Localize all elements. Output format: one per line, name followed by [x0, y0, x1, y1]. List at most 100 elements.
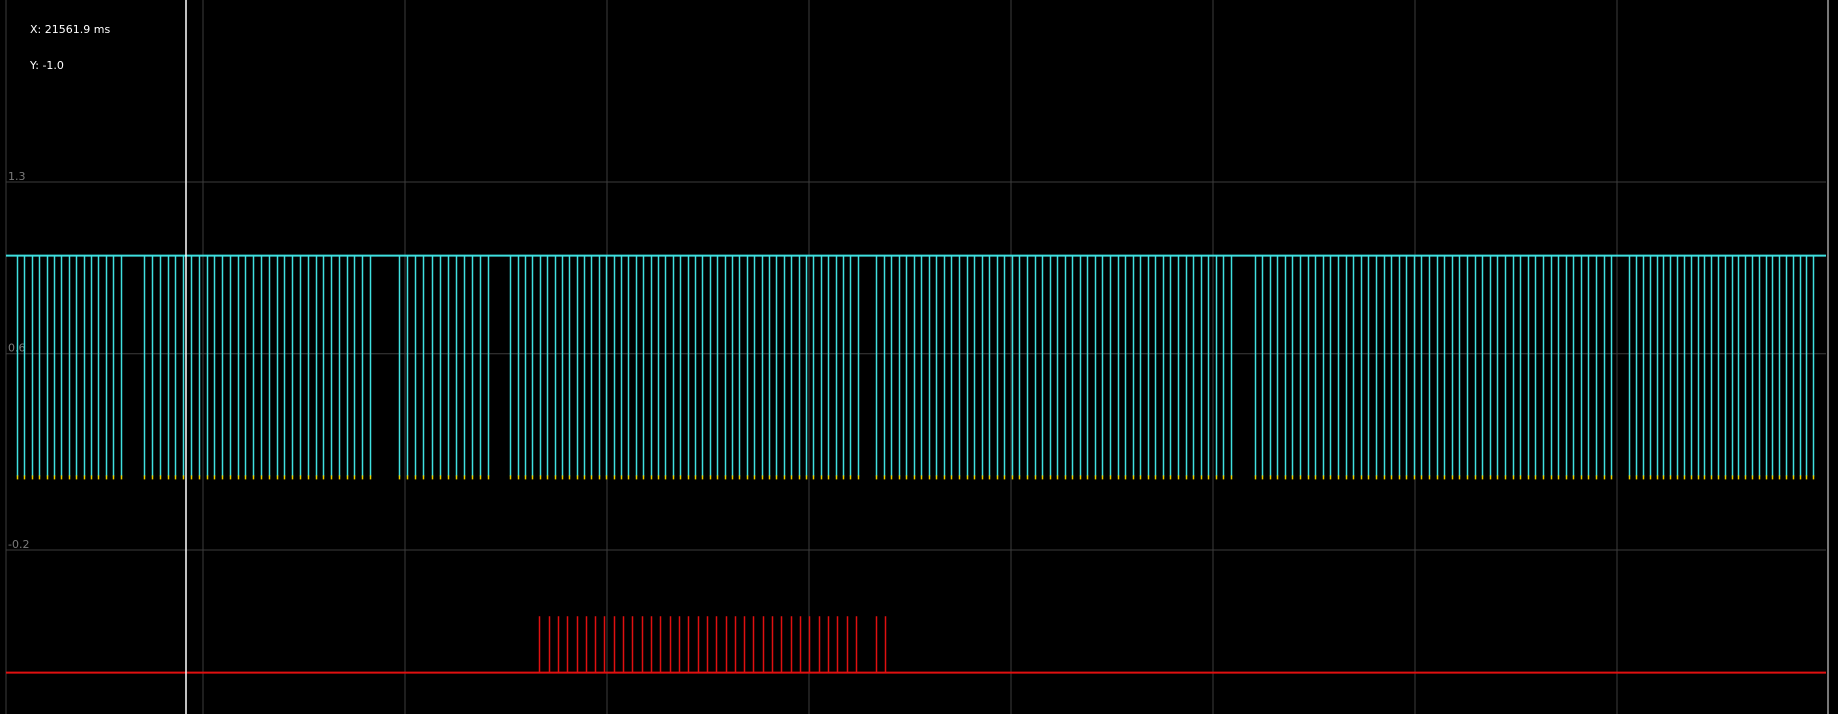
trace-spike-tip — [775, 475, 778, 480]
trace-spike-tip — [346, 475, 349, 480]
trace-spike-tip — [531, 475, 534, 480]
trace-spike-tip — [167, 475, 170, 480]
trace-spike-tip — [1799, 475, 1802, 480]
trace-spike-tip — [988, 475, 991, 480]
trace-spike-tip — [353, 475, 356, 480]
trace-spike-tip — [1071, 475, 1074, 480]
trace-spike-tip — [60, 475, 63, 480]
trace-spike-tip — [783, 475, 786, 480]
trace-spike-tip — [1744, 475, 1747, 480]
trace-spike-tip — [890, 475, 893, 480]
trace-spike-tip — [539, 475, 542, 480]
trace-spike-tip — [1737, 475, 1740, 480]
trace-spike-tip — [1026, 475, 1029, 480]
trace-spike-tip — [1207, 475, 1210, 480]
trace-spike-tip — [206, 475, 209, 480]
trace-spike-tip — [598, 475, 601, 480]
trace-spike-tip — [509, 475, 512, 480]
trace-spike-tip — [431, 475, 434, 480]
trace-spike-tip — [1056, 475, 1059, 480]
trace-spike-tip — [1154, 475, 1157, 480]
trace-spike-tip — [664, 475, 667, 480]
trace-spike-tip — [627, 475, 630, 480]
trace-spike-tip — [1230, 475, 1233, 480]
trace-spike-tip — [229, 475, 232, 480]
trace-spike-tip — [1785, 475, 1788, 480]
trace-spike-tip — [790, 475, 793, 480]
trace-spike-tip — [1603, 475, 1606, 480]
trace-spike-tip — [1765, 475, 1768, 480]
trace-spike-tip — [1697, 475, 1700, 480]
y-tick-label: 1.3 — [8, 170, 26, 183]
trace-spike-tip — [1550, 475, 1553, 480]
trace-spike-tip — [1018, 475, 1021, 480]
trace-spike-tip — [1101, 475, 1104, 480]
trace-spike-tip — [322, 475, 325, 480]
trace-spike-tip — [1215, 475, 1218, 480]
trace-spike-tip — [701, 475, 704, 480]
trace-spike-tip — [709, 475, 712, 480]
trace-spike-tip — [1458, 475, 1461, 480]
trace-spike-tip — [905, 475, 908, 480]
trace-spike-tip — [1086, 475, 1089, 480]
trace-spike-tip — [221, 475, 224, 480]
trace-spike-tip — [849, 475, 852, 480]
trace-spike-tip — [97, 475, 100, 480]
trace-spike-tip — [1557, 475, 1560, 480]
trace-spike-tip — [398, 475, 401, 480]
trace-spike-tip — [463, 475, 466, 480]
trace-spike-tip — [576, 475, 579, 480]
trace-spike-tip — [920, 475, 923, 480]
trace-spike-tip — [1185, 475, 1188, 480]
trace-spike-tip — [1398, 475, 1401, 480]
trace-spike-tip — [83, 475, 86, 480]
trace-spike-tip — [1690, 475, 1693, 480]
signal-plot[interactable]: 1.30.6-0.2 — [0, 0, 1838, 714]
trace-spike-tip — [943, 475, 946, 480]
trace-spike-tip — [1162, 475, 1165, 480]
trace-spike-tip — [23, 475, 26, 480]
trace-spike-tip — [159, 475, 162, 480]
trace-spike-tip — [650, 475, 653, 480]
trace-spike-tip — [31, 475, 34, 480]
trace-spike-tip — [1367, 475, 1370, 480]
trace-spike-tip — [237, 475, 240, 480]
trace-spike-tip — [1758, 475, 1761, 480]
trace-spike-tip — [1034, 475, 1037, 480]
trace-spike-tip — [1200, 475, 1203, 480]
trace-spike-tip — [1565, 475, 1568, 480]
trace-spike-tip — [657, 475, 660, 480]
trace-spike-tip — [731, 475, 734, 480]
trace-spike-tip — [112, 475, 115, 480]
trace-spike-tip — [966, 475, 969, 480]
trace-spike-tip — [1717, 475, 1720, 480]
trace-spike-tip — [1527, 475, 1530, 480]
trace-spike-tip — [307, 475, 310, 480]
trace-spike-tip — [524, 475, 527, 480]
trace-spike-tip — [1519, 475, 1522, 480]
trace-spike-tip — [1011, 475, 1014, 480]
trace-spike-tip — [120, 475, 123, 480]
trace-spike-tip — [981, 475, 984, 480]
trace-spike-tip — [827, 475, 830, 480]
trace-spike-tip — [1542, 475, 1545, 480]
trace-spike-tip — [1474, 475, 1477, 480]
trace-spike-tip — [1132, 475, 1135, 480]
trace-spike-tip — [620, 475, 623, 480]
trace-spike-tip — [883, 475, 886, 480]
trace-spike-tip — [1481, 475, 1484, 480]
trace-spike-tip — [1405, 475, 1408, 480]
trace-spike-tip — [299, 475, 302, 480]
trace-spike-tip — [1383, 475, 1386, 480]
trace-spike-tip — [260, 475, 263, 480]
trace-spike-tip — [471, 475, 474, 480]
trace-spike-tip — [53, 475, 56, 480]
trace-spike-tip — [738, 475, 741, 480]
trace-spike-tip — [568, 475, 571, 480]
trace-spike-tip — [1261, 475, 1264, 480]
trace-spike-tip — [1329, 475, 1332, 480]
trace-spike-tip — [1504, 475, 1507, 480]
trace-spike-tip — [996, 475, 999, 480]
trace-spike-tip — [369, 475, 372, 480]
trace-spike-tip — [605, 475, 608, 480]
